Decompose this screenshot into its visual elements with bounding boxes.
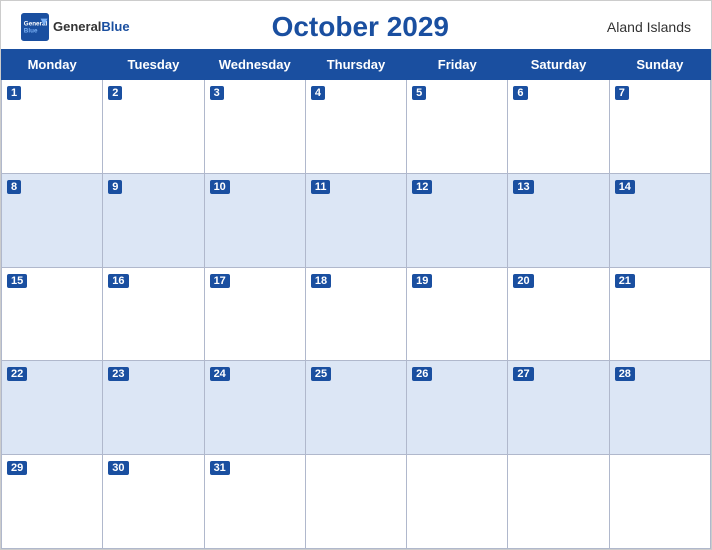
- day-number: 10: [210, 180, 230, 194]
- calendar-cell: [609, 455, 710, 549]
- calendar-week-row-2: 8 9 10 11 12 13 14: [2, 173, 711, 267]
- calendar-title: October 2029: [272, 11, 449, 43]
- header-saturday: Saturday: [508, 50, 609, 80]
- header-wednesday: Wednesday: [204, 50, 305, 80]
- calendar-cell: [407, 455, 508, 549]
- day-number: 16: [108, 274, 128, 288]
- day-number: 21: [615, 274, 635, 288]
- calendar-cell: 4: [305, 80, 406, 174]
- day-number: 2: [108, 86, 122, 100]
- day-number: 14: [615, 180, 635, 194]
- calendar-cell: 3: [204, 80, 305, 174]
- calendar-week-row-5: 29 30 31: [2, 455, 711, 549]
- logo-area: General Blue GeneralBlue: [21, 13, 130, 41]
- calendar-cell: 15: [2, 267, 103, 361]
- calendar-cell: 10: [204, 173, 305, 267]
- day-number: 4: [311, 86, 325, 100]
- calendar-cell: 14: [609, 173, 710, 267]
- day-number: 31: [210, 461, 230, 475]
- day-number: 30: [108, 461, 128, 475]
- day-number: 19: [412, 274, 432, 288]
- calendar-week-row-3: 15 16 17 18 19 20 21: [2, 267, 711, 361]
- calendar-cell: 2: [103, 80, 204, 174]
- day-number: 18: [311, 274, 331, 288]
- calendar-cell: 30: [103, 455, 204, 549]
- calendar-cell: 25: [305, 361, 406, 455]
- logo-icon: General Blue: [21, 13, 49, 41]
- day-number: 3: [210, 86, 224, 100]
- day-number: 13: [513, 180, 533, 194]
- calendar-cell: [508, 455, 609, 549]
- day-number: 25: [311, 367, 331, 381]
- day-number: 17: [210, 274, 230, 288]
- day-number: 15: [7, 274, 27, 288]
- calendar-cell: 5: [407, 80, 508, 174]
- day-number: 9: [108, 180, 122, 194]
- calendar-cell: 23: [103, 361, 204, 455]
- day-number: 27: [513, 367, 533, 381]
- day-number: 8: [7, 180, 21, 194]
- calendar-table: Monday Tuesday Wednesday Thursday Friday…: [1, 49, 711, 549]
- calendar-cell: 21: [609, 267, 710, 361]
- calendar-cell: 16: [103, 267, 204, 361]
- calendar-cell: 24: [204, 361, 305, 455]
- header-monday: Monday: [2, 50, 103, 80]
- svg-text:Blue: Blue: [24, 28, 38, 35]
- calendar-cell: 22: [2, 361, 103, 455]
- calendar-cell: 8: [2, 173, 103, 267]
- calendar-cell: 27: [508, 361, 609, 455]
- calendar-cell: 12: [407, 173, 508, 267]
- calendar-cell: 13: [508, 173, 609, 267]
- calendar-cell: 17: [204, 267, 305, 361]
- day-number: 5: [412, 86, 426, 100]
- day-number: 1: [7, 86, 21, 100]
- day-number: 20: [513, 274, 533, 288]
- calendar-cell: 26: [407, 361, 508, 455]
- day-number: 12: [412, 180, 432, 194]
- day-number: 28: [615, 367, 635, 381]
- calendar-cell: 20: [508, 267, 609, 361]
- header-friday: Friday: [407, 50, 508, 80]
- day-number: 24: [210, 367, 230, 381]
- header-sunday: Sunday: [609, 50, 710, 80]
- header-tuesday: Tuesday: [103, 50, 204, 80]
- calendar-cell: 6: [508, 80, 609, 174]
- day-number: 6: [513, 86, 527, 100]
- calendar-cell: 31: [204, 455, 305, 549]
- day-number: 26: [412, 367, 432, 381]
- day-number: 29: [7, 461, 27, 475]
- calendar-wrapper: General Blue GeneralBlue October 2029 Al…: [0, 0, 712, 550]
- calendar-cell: 19: [407, 267, 508, 361]
- calendar-cell: 7: [609, 80, 710, 174]
- day-number: 11: [311, 180, 331, 194]
- calendar-cell: 11: [305, 173, 406, 267]
- day-number: 7: [615, 86, 629, 100]
- calendar-cell: 29: [2, 455, 103, 549]
- calendar-cell: 9: [103, 173, 204, 267]
- calendar-cell: 18: [305, 267, 406, 361]
- region-label: Aland Islands: [591, 19, 691, 35]
- logo-blue-text: Blue: [101, 19, 129, 34]
- calendar-week-row-1: 1 2 3 4 5 6 7: [2, 80, 711, 174]
- calendar-header: General Blue GeneralBlue October 2029 Al…: [1, 1, 711, 49]
- logo-general-text: General: [53, 19, 101, 34]
- header-thursday: Thursday: [305, 50, 406, 80]
- calendar-week-row-4: 22 23 24 25 26 27 28: [2, 361, 711, 455]
- weekday-header-row: Monday Tuesday Wednesday Thursday Friday…: [2, 50, 711, 80]
- day-number: 23: [108, 367, 128, 381]
- calendar-cell: [305, 455, 406, 549]
- calendar-cell: 28: [609, 361, 710, 455]
- calendar-cell: 1: [2, 80, 103, 174]
- day-number: 22: [7, 367, 27, 381]
